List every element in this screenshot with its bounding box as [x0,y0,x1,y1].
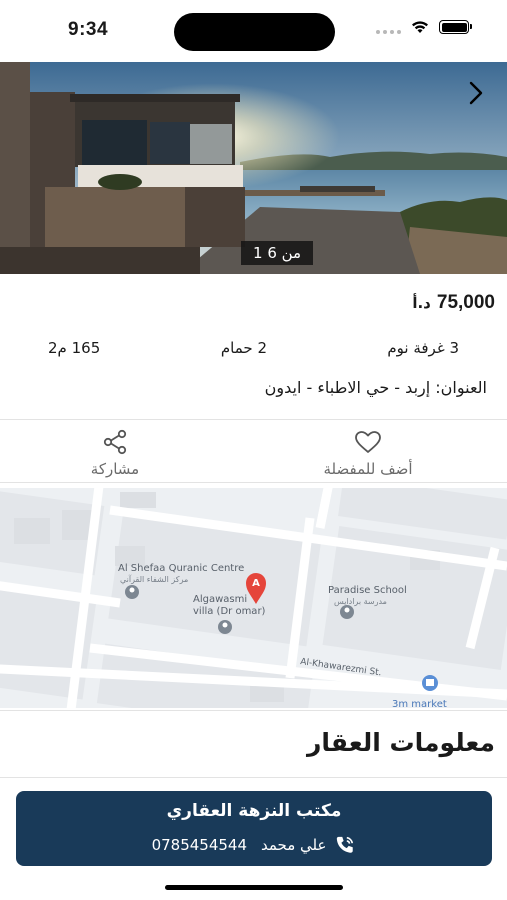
status-icons [376,20,472,34]
bedrooms-count: 3 غرفة نوم [387,339,459,357]
property-specs: 3 غرفة نوم 2 حمام 165 م2 [0,339,507,363]
gallery-next-button[interactable] [463,78,489,108]
wifi-icon [412,21,428,33]
map-label-market: 3m market [392,699,447,708]
agent-name: علي محمد [261,836,327,854]
location-map[interactable]: Al Shefaa Quranic Centre مركز الشفاء الق… [0,488,507,708]
map-canvas: Al Shefaa Quranic Centre مركز الشفاء الق… [0,488,507,708]
map-label-paradise-school-ar: مدرسة برادايس [334,597,387,606]
divider [0,710,507,711]
chevron-right-icon [469,81,483,105]
add-to-favorites-button[interactable]: أضف للمفضلة [308,428,428,478]
poi-pin-icon [125,585,139,599]
map-label-quranic-centre: Al Shefaa Quranic Centre [118,563,244,574]
area-size: 165 م2 [48,339,101,357]
divider [0,419,507,420]
section-title: معلومات العقار [306,728,495,757]
map-label-algawasmi-sub: villa (Dr omar) [193,606,266,617]
home-indicator[interactable] [165,885,343,890]
price-currency: د.أ [412,294,431,312]
agent-office-name: مكتب النزهة العقاري [166,801,342,821]
map-label-algawasmi: Algawasmi [193,594,247,605]
status-time: 9:34 [68,19,109,40]
phone-icon [337,836,354,853]
property-photo-gallery[interactable]: 1 من 6 [0,62,507,274]
heart-icon [355,431,381,453]
property-address: العنوان: إربد - حي الاطباء - ايدون [264,378,487,397]
dynamic-island [174,13,335,51]
divider [0,482,507,483]
bathrooms-count: 2 حمام [220,339,267,357]
agent-contact-row[interactable]: علي محمد 0785454544 [16,835,492,855]
map-label-quranic-centre-ar: مركز الشفاء القرآني [120,574,188,584]
cellular-icon [376,20,401,34]
map-label-paradise-school: Paradise School [328,585,407,596]
price-value: 75,000 [436,292,495,313]
shopping-poi-icon [422,675,438,691]
share-button[interactable]: مشاركة [72,428,158,478]
price-row: 75,000 د.أ [412,292,495,314]
poi-pin-icon [340,605,354,619]
svg-text:A: A [252,578,260,589]
agent-phone-number[interactable]: 0785454544 [152,836,247,854]
agent-contact-card[interactable]: مكتب النزهة العقاري علي محمد 0785454544 [16,791,492,866]
status-bar: 9:34 [0,0,507,62]
poi-pin-icon [218,620,232,634]
divider [0,777,507,778]
battery-icon [439,20,472,34]
add-to-favorites-label: أضف للمفضلة [323,460,413,478]
gallery-counter: 1 من 6 [241,241,314,265]
share-label: مشاركة [90,460,140,478]
share-icon [103,429,127,455]
